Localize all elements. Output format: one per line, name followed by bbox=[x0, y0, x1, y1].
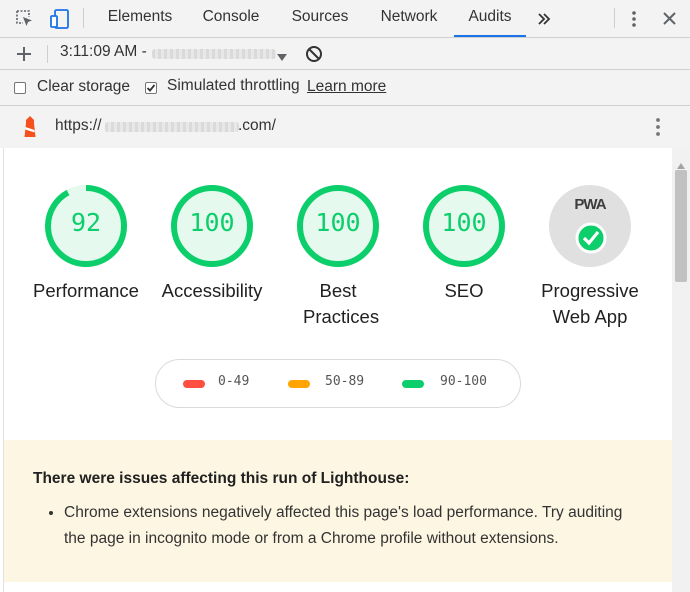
run-warnings: There were issues affecting this run of … bbox=[4, 440, 673, 582]
close-icon[interactable] bbox=[661, 10, 678, 32]
clear-block-icon[interactable] bbox=[305, 45, 323, 68]
score-label: Progressive Web App bbox=[541, 280, 639, 327]
score-value: 100 bbox=[441, 208, 487, 237]
more-vertical-icon[interactable] bbox=[626, 9, 642, 34]
legend-item-pass: 90-100 bbox=[402, 374, 512, 394]
simulated-throttling-label[interactable]: Simulated throttling bbox=[167, 77, 300, 95]
score-value: 100 bbox=[315, 208, 361, 237]
devtools-tab-bar: Elements Console Sources Network Audits bbox=[0, 0, 690, 38]
add-icon[interactable] bbox=[15, 45, 33, 68]
double-chevron-right-icon[interactable] bbox=[536, 11, 552, 32]
audits-toolbar: 3:11:09 AM - bbox=[0, 38, 690, 70]
score-gauge-performance[interactable]: 92 Performance bbox=[26, 182, 146, 304]
legend-swatch bbox=[402, 380, 424, 388]
tab-network[interactable]: Network bbox=[366, 0, 452, 37]
tab-sources[interactable]: Sources bbox=[278, 0, 362, 37]
clear-storage-checkbox[interactable] bbox=[14, 82, 26, 94]
score-value: 92 bbox=[70, 208, 102, 237]
audit-options-bar: Clear storage Simulated throttling Learn… bbox=[0, 70, 690, 106]
scrollbar-thumb[interactable] bbox=[675, 170, 687, 282]
report-time: 3:11:09 AM - bbox=[60, 43, 147, 60]
score-label: Accessibility bbox=[161, 280, 263, 301]
redacted-domain bbox=[105, 122, 239, 132]
report-url-bar: https:// .com/ bbox=[0, 106, 690, 148]
lighthouse-report: 92 Performance 100 Accessibility 100 Bes… bbox=[3, 148, 673, 592]
report-scrollbar[interactable] bbox=[672, 148, 690, 592]
dropdown-arrow-icon bbox=[277, 49, 287, 67]
separator bbox=[614, 8, 615, 28]
legend-range: 0-49 bbox=[218, 374, 250, 389]
legend-item-average: 50-89 bbox=[288, 374, 388, 394]
list-bullet bbox=[49, 511, 53, 515]
score-label: Performance bbox=[33, 280, 139, 301]
warning-title: There were issues affecting this run of … bbox=[33, 470, 410, 487]
score-legend: 0-49 50-89 90-100 bbox=[155, 359, 521, 408]
simulated-throttling-checkbox[interactable] bbox=[145, 82, 157, 94]
more-vertical-icon[interactable] bbox=[650, 116, 666, 143]
tab-audits[interactable]: Audits bbox=[454, 0, 526, 37]
separator bbox=[47, 45, 48, 63]
url-suffix: .com/ bbox=[238, 117, 276, 134]
separator bbox=[83, 8, 84, 28]
device-toolbar-icon[interactable] bbox=[49, 8, 71, 35]
learn-more-link[interactable]: Learn more bbox=[307, 78, 386, 96]
clear-storage-label[interactable]: Clear storage bbox=[37, 78, 130, 96]
url-prefix: https:// bbox=[55, 117, 102, 134]
score-gauge-seo[interactable]: 100 SEO bbox=[404, 182, 524, 304]
score-gauge-accessibility[interactable]: 100 Accessibility bbox=[152, 182, 272, 304]
legend-range: 90-100 bbox=[440, 374, 487, 389]
tab-elements[interactable]: Elements bbox=[96, 0, 184, 37]
legend-item-fail: 0-49 bbox=[183, 374, 273, 394]
inspect-element-icon[interactable] bbox=[15, 9, 35, 34]
report-selector[interactable]: 3:11:09 AM - bbox=[56, 38, 288, 69]
legend-swatch bbox=[288, 380, 310, 388]
score-gauge-pwa[interactable]: PWA Progressive Web App bbox=[530, 182, 650, 330]
warning-item: Chrome extensions negatively affected th… bbox=[64, 504, 623, 547]
score-label: Best Practices bbox=[303, 280, 380, 327]
redacted-url bbox=[152, 49, 276, 59]
lighthouse-icon bbox=[21, 115, 39, 144]
score-label: SEO bbox=[444, 280, 484, 301]
tab-console[interactable]: Console bbox=[188, 0, 274, 37]
score-gauge-best-practices[interactable]: 100 Best Practices bbox=[278, 182, 398, 330]
legend-swatch bbox=[183, 380, 205, 388]
legend-range: 50-89 bbox=[325, 374, 365, 389]
score-value: 100 bbox=[189, 208, 235, 237]
pwa-badge-text: PWA bbox=[574, 196, 606, 213]
